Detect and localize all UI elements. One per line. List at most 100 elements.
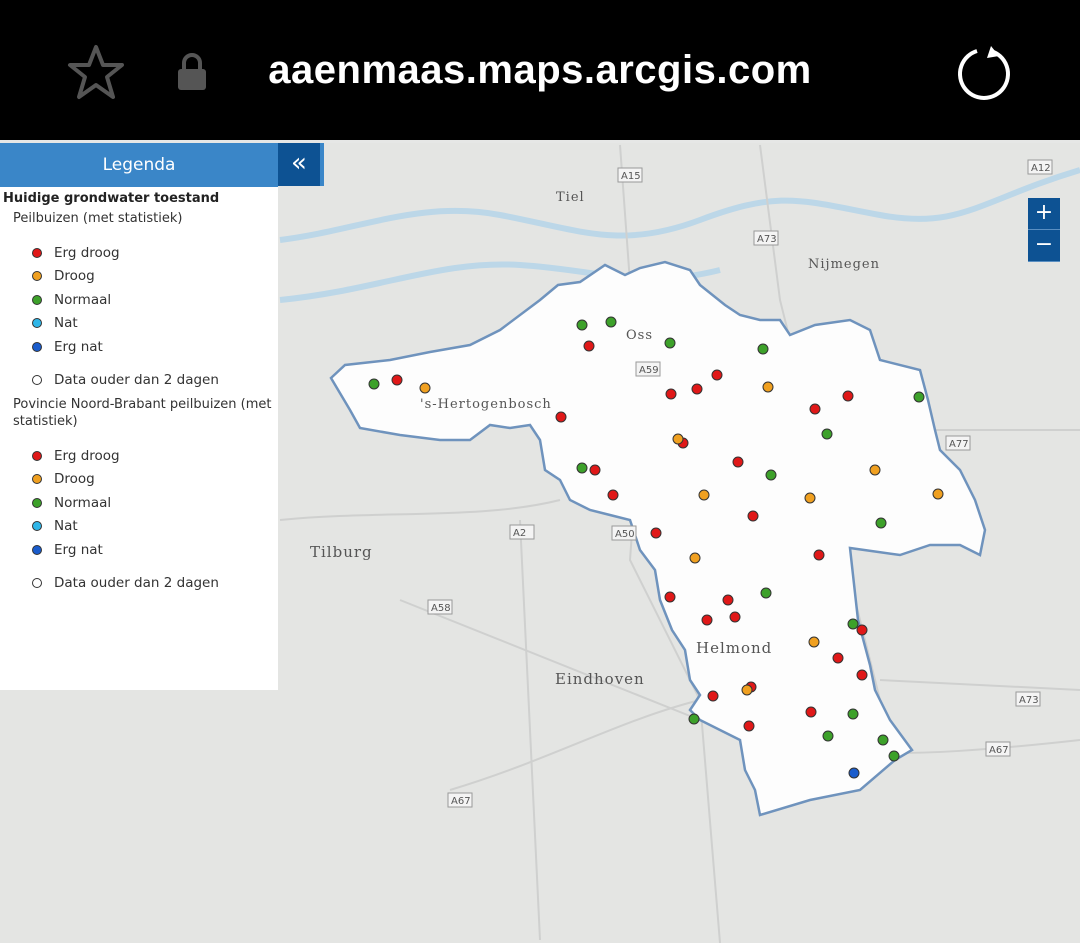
legend-items: Erg droog Droog Normaal Nat Erg nat Data oude…: [0, 444, 278, 595]
well-point-erg-droog[interactable]: [747, 510, 759, 522]
legend-item: Data ouder dan 2 dagen: [0, 572, 278, 596]
zoom-out-button[interactable]: −: [1028, 230, 1060, 262]
well-point-droog[interactable]: [808, 636, 820, 648]
svg-text:A58: A58: [431, 603, 451, 614]
well-point-erg-droog[interactable]: [722, 594, 734, 606]
well-point-erg-droog[interactable]: [555, 411, 567, 423]
legend-item: Droog: [0, 468, 278, 492]
well-point-erg-droog[interactable]: [664, 591, 676, 603]
well-point-normaal[interactable]: [765, 469, 777, 481]
well-point-droog[interactable]: [698, 489, 710, 501]
legend-symbol-icon: [32, 544, 42, 555]
well-point-droog[interactable]: [741, 684, 753, 696]
svg-text:A15: A15: [621, 171, 641, 182]
place-label: Tiel: [556, 190, 585, 205]
well-point-normaal[interactable]: [576, 462, 588, 474]
well-point-erg-nat[interactable]: [848, 767, 860, 779]
legend-item: Nat: [0, 515, 278, 539]
well-point-droog[interactable]: [672, 433, 684, 445]
well-point-normaal[interactable]: [760, 587, 772, 599]
well-point-erg-droog[interactable]: [805, 706, 817, 718]
well-point-droog[interactable]: [419, 382, 431, 394]
legend-items: Erg droog Droog Normaal Nat Erg nat Data oude…: [0, 241, 278, 392]
well-point-normaal[interactable]: [757, 343, 769, 355]
url-bar[interactable]: aaenmaas.maps.arcgis.com: [0, 48, 1080, 93]
well-point-erg-droog[interactable]: [583, 340, 595, 352]
legend-symbol-icon: [32, 375, 42, 386]
legend-symbol-icon: [32, 318, 42, 329]
road-shield: A59: [635, 361, 661, 377]
well-point-erg-droog[interactable]: [732, 456, 744, 468]
well-point-normaal[interactable]: [847, 618, 859, 630]
well-point-erg-droog[interactable]: [743, 720, 755, 732]
legend-symbol-icon: [32, 294, 42, 305]
legend-header: Legenda: [0, 143, 278, 187]
road-shield: A67: [447, 792, 473, 808]
well-point-erg-droog[interactable]: [832, 652, 844, 664]
well-point-droog[interactable]: [689, 552, 701, 564]
well-point-erg-droog[interactable]: [729, 611, 741, 623]
legend-symbol-icon: [32, 271, 42, 282]
well-point-droog[interactable]: [804, 492, 816, 504]
legend-item-label: Erg nat: [54, 541, 103, 558]
well-point-normaal[interactable]: [688, 713, 700, 725]
road-shield: A73: [1015, 691, 1041, 707]
svg-text:A59: A59: [639, 365, 659, 376]
well-point-erg-droog[interactable]: [711, 369, 723, 381]
well-point-normaal[interactable]: [877, 734, 889, 746]
legend-item: Erg nat: [0, 538, 278, 562]
well-point-normaal[interactable]: [822, 730, 834, 742]
legend-symbol-icon: [32, 247, 42, 258]
well-point-normaal[interactable]: [368, 378, 380, 390]
well-point-erg-droog[interactable]: [391, 374, 403, 386]
place-label: Eindhoven: [555, 670, 645, 688]
place-label: Helmond: [696, 639, 772, 657]
legend-item: Erg droog: [0, 444, 278, 468]
well-point-erg-droog[interactable]: [856, 669, 868, 681]
well-point-normaal[interactable]: [913, 391, 925, 403]
legend-item: Erg nat: [0, 335, 278, 359]
well-point-erg-droog[interactable]: [856, 624, 868, 636]
well-point-normaal[interactable]: [605, 316, 617, 328]
well-point-erg-droog[interactable]: [842, 390, 854, 402]
legend-symbol-icon: [32, 578, 42, 589]
well-point-erg-droog[interactable]: [813, 549, 825, 561]
legend-item: Data ouder dan 2 dagen: [0, 369, 278, 393]
well-point-droog[interactable]: [869, 464, 881, 476]
well-point-normaal[interactable]: [888, 750, 900, 762]
well-point-erg-droog[interactable]: [589, 464, 601, 476]
well-point-erg-droog[interactable]: [650, 527, 662, 539]
svg-text:A77: A77: [949, 439, 969, 450]
road-shield: A58: [427, 599, 453, 615]
well-point-normaal[interactable]: [875, 517, 887, 529]
well-point-erg-droog[interactable]: [691, 383, 703, 395]
well-point-erg-droog[interactable]: [607, 489, 619, 501]
svg-text:A73: A73: [757, 234, 777, 245]
well-point-droog[interactable]: [762, 381, 774, 393]
legend-item: Erg droog: [0, 241, 278, 265]
legend-item-label: Normaal: [54, 494, 112, 511]
legend-symbol-icon: [32, 497, 42, 508]
well-point-erg-droog[interactable]: [707, 690, 719, 702]
legend-item-label: Data ouder dan 2 dagen: [54, 372, 219, 389]
well-point-normaal[interactable]: [821, 428, 833, 440]
well-point-droog[interactable]: [932, 488, 944, 500]
legend-title: Huidige grondwater toestand: [3, 191, 220, 206]
place-label: Oss: [626, 328, 653, 343]
well-point-erg-droog[interactable]: [701, 614, 713, 626]
zoom-in-button[interactable]: +: [1028, 198, 1060, 230]
collapse-legend-button[interactable]: «: [278, 143, 324, 186]
road-shield: A77: [945, 435, 971, 451]
well-point-normaal[interactable]: [576, 319, 588, 331]
legend-item-label: Normaal: [54, 291, 112, 308]
svg-text:A2: A2: [513, 528, 526, 539]
well-point-normaal[interactable]: [664, 337, 676, 349]
legend-layer-title: Povincie Noord-Brabant peilbuizen (met s…: [13, 397, 272, 429]
well-point-erg-droog[interactable]: [665, 388, 677, 400]
legend-item-label: Erg droog: [54, 244, 120, 261]
legend-item-label: Droog: [54, 471, 95, 488]
road-shield: A12: [1027, 159, 1053, 175]
well-point-erg-droog[interactable]: [809, 403, 821, 415]
reload-icon[interactable]: [955, 44, 1013, 102]
well-point-normaal[interactable]: [847, 708, 859, 720]
